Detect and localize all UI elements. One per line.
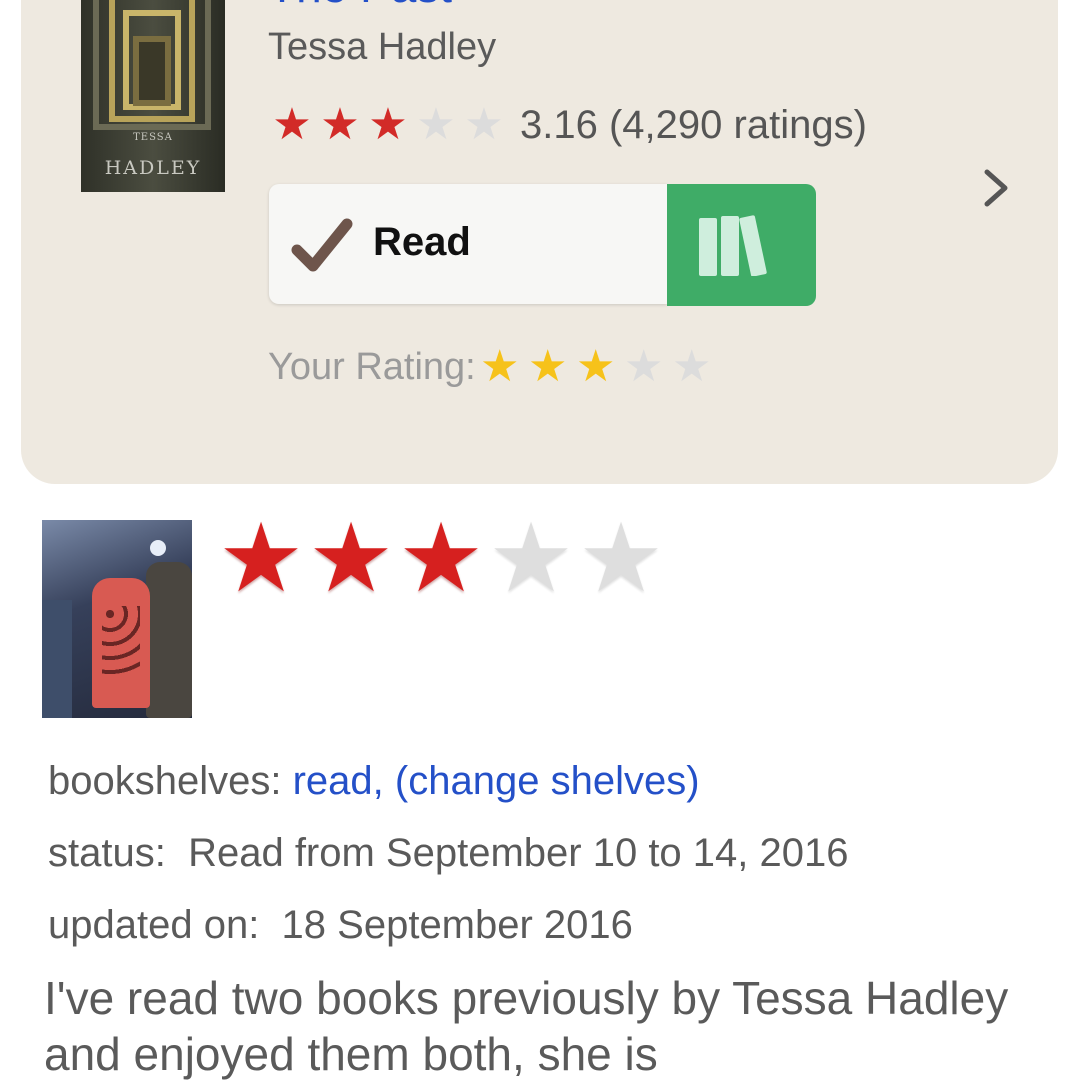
star-filled-icon: ★ [368, 99, 408, 150]
average-rating-stars: ★ ★ ★ ★ ★ [268, 103, 508, 147]
updated-line: updated on: 18 September 2016 [48, 900, 633, 950]
star-empty-icon: ★ [487, 502, 575, 614]
cover-author-first: TESSA [133, 132, 173, 143]
page: TESSA HADLEY The Past Tessa Hadley ★ ★ ★… [0, 0, 1080, 1080]
book-author[interactable]: Tessa Hadley [268, 24, 496, 70]
avatar[interactable] [42, 520, 192, 718]
bookshelves-label: bookshelves: [48, 759, 282, 803]
star-empty-icon[interactable]: ★ [668, 345, 716, 389]
status-label: status: [48, 831, 166, 875]
star-filled-icon: ★ [397, 502, 485, 614]
average-rating-value: 3.16 (4,290 ratings) [520, 102, 867, 147]
book-card[interactable]: TESSA HADLEY The Past Tessa Hadley ★ ★ ★… [21, 0, 1058, 484]
star-empty-icon[interactable]: ★ [620, 345, 668, 389]
star-filled-icon: ★ [320, 99, 360, 150]
your-rating: Your Rating: ★ ★ ★ ★ ★ [268, 342, 716, 392]
star-filled-icon[interactable]: ★ [524, 345, 572, 389]
star-empty-icon: ★ [416, 99, 456, 150]
your-rating-stars[interactable]: ★ ★ ★ ★ ★ [476, 345, 716, 389]
updated-label: updated on: [48, 903, 260, 947]
review-text: I've read two books previously by Tessa … [44, 972, 1009, 1080]
star-filled-icon: ★ [307, 502, 395, 614]
shelf-status-label: Read [373, 220, 471, 264]
star-filled-icon: ★ [272, 99, 312, 150]
review-rating-stars: ★ ★ ★ ★ ★ [216, 508, 666, 608]
choose-shelf-button[interactable] [667, 184, 816, 306]
chevron-right-icon[interactable] [979, 166, 1013, 210]
status-value: Read from September 10 to 14, 2016 [188, 831, 849, 875]
bookshelves-line: bookshelves: read, (change shelves) [48, 756, 700, 806]
checkmark-icon [291, 218, 353, 272]
change-shelves-link[interactable]: (change shelves) [395, 759, 700, 803]
star-empty-icon: ★ [464, 99, 504, 150]
average-rating: ★ ★ ★ ★ ★ 3.16 (4,290 ratings) [268, 100, 867, 150]
star-empty-icon: ★ [577, 502, 665, 614]
shelf-status-button[interactable]: Read [269, 184, 667, 304]
status-line: status: Read from September 10 to 14, 20… [48, 828, 849, 878]
book-cover-image[interactable]: TESSA HADLEY [81, 0, 225, 192]
cover-author-last: HADLEY [104, 157, 202, 179]
bookshelf-icon [699, 215, 767, 276]
shelf-link-read[interactable]: read, [293, 759, 384, 803]
book-title[interactable]: The Past [268, 0, 452, 12]
updated-value: 18 September 2016 [281, 903, 633, 947]
star-filled-icon[interactable]: ★ [476, 345, 524, 389]
star-filled-icon[interactable]: ★ [572, 345, 620, 389]
star-filled-icon: ★ [217, 502, 305, 614]
your-rating-label: Your Rating: [268, 345, 476, 388]
